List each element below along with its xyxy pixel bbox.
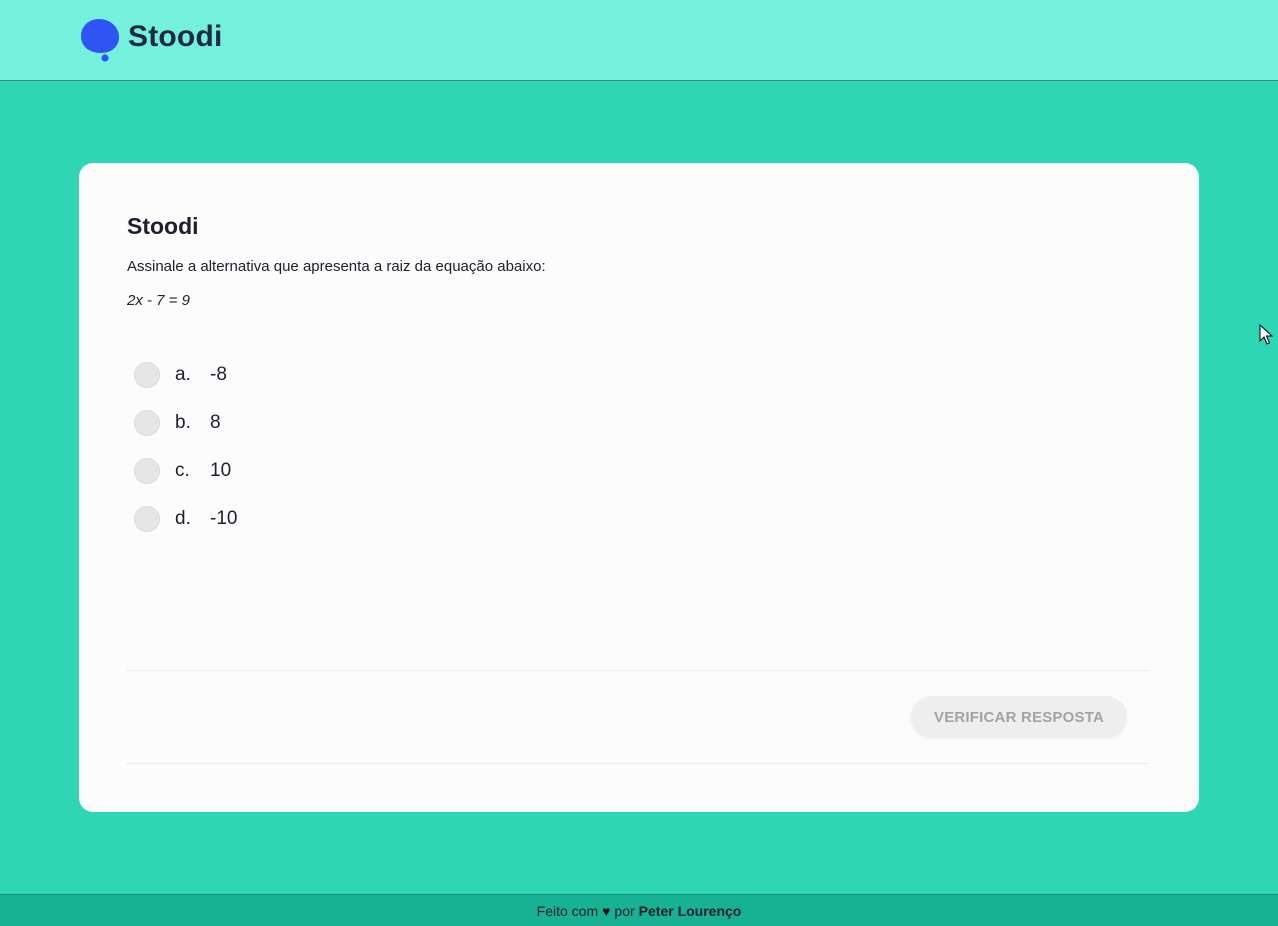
card-title: Stoodi <box>127 213 199 239</box>
radio-button[interactable] <box>134 506 160 532</box>
option-value: -8 <box>210 364 227 385</box>
option-d[interactable]: d. -10 <box>134 495 237 543</box>
option-b[interactable]: b. 8 <box>134 399 237 447</box>
option-a[interactable]: a. -8 <box>134 351 237 399</box>
option-c[interactable]: c. 10 <box>134 447 237 495</box>
option-letter: c. <box>175 460 190 481</box>
option-letter: d. <box>175 508 191 529</box>
option-value: -10 <box>210 508 238 529</box>
divider <box>127 670 1149 671</box>
mouse-pointer-icon <box>1259 324 1273 345</box>
footer-author[interactable]: Peter Lourenço <box>639 903 742 919</box>
radio-button[interactable] <box>134 362 160 388</box>
option-letter: b. <box>175 412 191 433</box>
footer-by: por <box>614 902 635 919</box>
radio-button[interactable] <box>134 410 160 436</box>
option-value: 10 <box>210 460 232 481</box>
heart-icon: ♥ <box>602 902 611 919</box>
divider <box>127 763 1149 764</box>
speech-bubble-icon <box>81 19 119 62</box>
page-footer: Feito com ♥ por Peter Lourenço <box>0 894 1278 926</box>
answer-options: a. -8 b. 8 c. 10 d. -10 <box>134 351 237 543</box>
verify-answer-button[interactable]: VERIFICAR RESPOSTA <box>911 696 1127 738</box>
footer-made-with: Feito com <box>536 902 599 919</box>
radio-button[interactable] <box>134 458 160 484</box>
option-letter: a. <box>175 364 191 385</box>
top-header: Stoodi <box>0 0 1278 81</box>
option-value: 8 <box>210 412 221 433</box>
question-text: Assinale a alternativa que apresenta a r… <box>127 258 546 275</box>
question-card: Stoodi Assinale a alternativa que aprese… <box>79 163 1199 812</box>
logo-text: Stoodi <box>128 20 223 53</box>
equation-text: 2x - 7 = 9 <box>127 292 190 309</box>
stoodi-logo[interactable]: Stoodi <box>79 17 223 63</box>
